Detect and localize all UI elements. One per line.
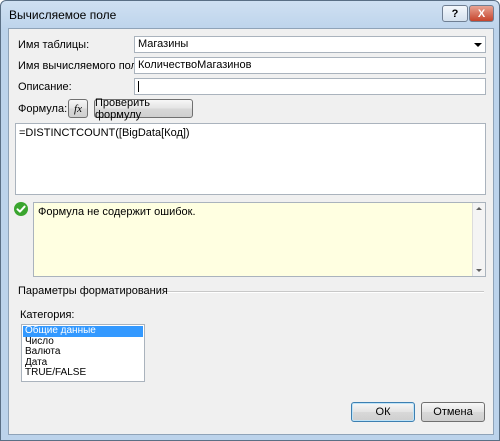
status-scrollbar[interactable] bbox=[472, 203, 485, 276]
help-icon: ? bbox=[451, 7, 459, 20]
table-name-label: Имя таблицы: bbox=[18, 39, 90, 51]
field-name-label: Имя вычисляемого поля: bbox=[18, 60, 146, 72]
category-item[interactable]: TRUE/FALSE bbox=[23, 367, 143, 379]
dialog-window: Вычисляемое поле ? X Имя таблицы: Магази… bbox=[0, 0, 500, 441]
category-item[interactable]: Общие данные bbox=[23, 325, 143, 337]
formula-text: =DISTINCTCOUNT([BigData[Код]) bbox=[19, 127, 190, 139]
fx-icon: fx bbox=[74, 102, 82, 115]
field-name-value: КоличествоМагазинов bbox=[138, 59, 252, 71]
field-name-input[interactable]: КоличествоМагазинов bbox=[134, 57, 486, 74]
text-cursor bbox=[138, 81, 139, 92]
category-listbox[interactable]: Общие данные Число Валюта Дата TRUE/FALSE bbox=[21, 324, 145, 382]
close-icon: X bbox=[477, 7, 486, 20]
check-circle-icon bbox=[14, 202, 28, 216]
formula-editor[interactable]: =DISTINCTCOUNT([BigData[Код]) bbox=[15, 123, 486, 195]
cancel-label: Отмена bbox=[433, 406, 473, 418]
ok-label: ОК bbox=[375, 406, 391, 418]
category-label: Категория: bbox=[20, 309, 75, 321]
table-name-combobox[interactable]: Магазины bbox=[134, 36, 486, 53]
check-formula-label: Проверить формулу bbox=[95, 96, 151, 121]
close-button[interactable]: X bbox=[469, 5, 494, 22]
description-input[interactable] bbox=[134, 78, 486, 95]
ok-button[interactable]: ОК bbox=[351, 402, 415, 422]
scroll-down-icon[interactable] bbox=[476, 269, 482, 272]
category-item[interactable]: Валюта bbox=[23, 346, 143, 358]
dialog-body: Имя таблицы: Магазины Имя вычисляемого п… bbox=[8, 28, 494, 435]
status-message-box: Формула не содержит ошибок. bbox=[33, 202, 486, 277]
table-name-value: Магазины bbox=[138, 38, 189, 50]
description-label: Описание: bbox=[18, 81, 72, 93]
chevron-down-icon[interactable] bbox=[474, 43, 482, 47]
dialog-title: Вычисляемое поле bbox=[9, 8, 117, 22]
scroll-up-icon[interactable] bbox=[476, 207, 482, 210]
status-message: Формула не содержит ошибок. bbox=[38, 206, 196, 218]
check-formula-button[interactable]: Проверить формулу bbox=[94, 96, 193, 121]
section-divider bbox=[167, 291, 484, 293]
insert-function-button[interactable]: fx bbox=[68, 99, 88, 118]
help-button[interactable]: ? bbox=[442, 5, 468, 22]
formula-label: Формула: bbox=[18, 103, 68, 115]
formatting-section-title: Параметры форматирования bbox=[18, 285, 168, 297]
cancel-button[interactable]: Отмена bbox=[421, 402, 485, 422]
